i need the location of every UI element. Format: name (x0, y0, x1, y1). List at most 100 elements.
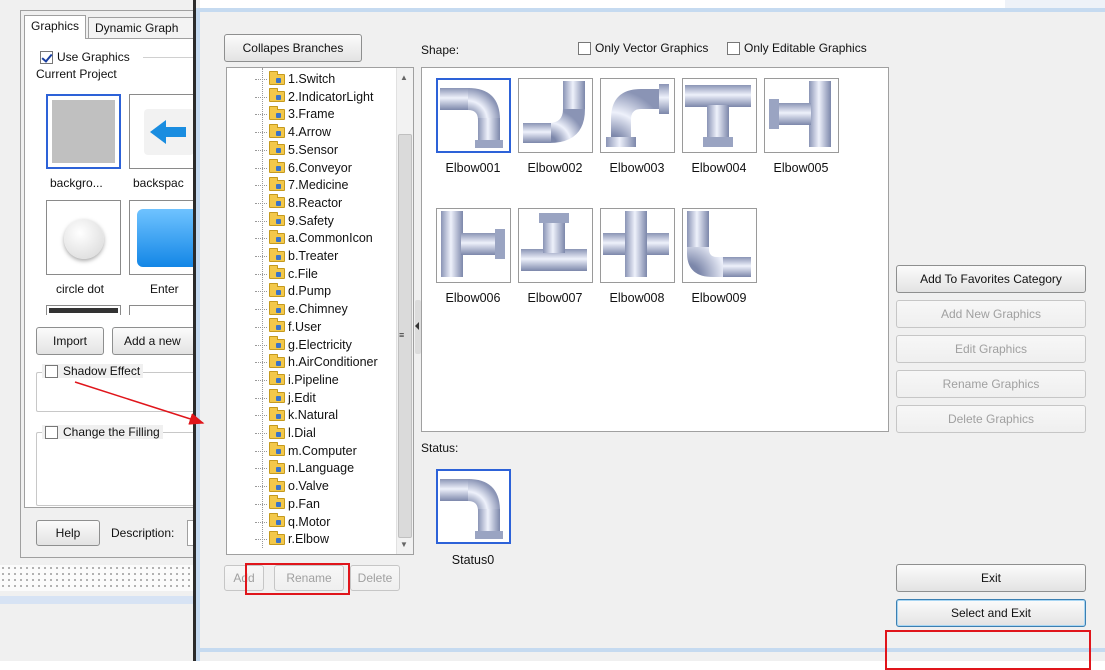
only-editable-checkbox[interactable]: Only Editable Graphics (727, 41, 867, 55)
tree-item[interactable]: 6.Conveyor (255, 159, 352, 177)
shape-thumbnail[interactable] (764, 78, 839, 153)
folder-icon (269, 194, 285, 209)
folder-icon (269, 442, 285, 457)
add-new-graphics-button[interactable]: Add New Graphics (896, 300, 1086, 328)
tree-item-label: 9.Safety (288, 213, 334, 228)
tree-item[interactable]: e.Chimney (255, 300, 348, 318)
status-strip (0, 596, 196, 604)
shape-thumbnail[interactable] (518, 208, 593, 283)
status-thumbnail[interactable] (436, 469, 511, 544)
edit-graphics-button[interactable]: Edit Graphics (896, 335, 1086, 363)
shape-thumbnail[interactable] (600, 208, 675, 283)
tree-item[interactable]: a.CommonIcon (255, 229, 373, 247)
shape-thumbnail[interactable] (436, 78, 511, 153)
checkbox-box[interactable] (727, 41, 740, 55)
change-filling-checkbox[interactable]: Change the Filling (42, 425, 163, 439)
tree-item[interactable]: i.Pipeline (255, 371, 339, 389)
thumbnail-backspace[interactable] (129, 94, 200, 169)
group-line (143, 57, 200, 58)
tree-item-label: g.Electricity (288, 337, 352, 352)
annotation-box-rename (245, 563, 350, 595)
tree-item[interactable]: d.Pump (255, 282, 331, 300)
import-button[interactable]: Import (36, 327, 104, 355)
shape-thumbnail[interactable] (518, 78, 593, 153)
change-filling-label: Change the Filling (63, 425, 160, 439)
tree-connector (255, 185, 267, 187)
tree-item[interactable]: 5.Sensor (255, 141, 338, 159)
tree-item[interactable]: 8.Reactor (255, 194, 342, 212)
folder-icon (269, 353, 285, 368)
shape-thumbnail[interactable] (682, 78, 757, 153)
tree-item[interactable]: q.Motor (255, 513, 330, 531)
shape-thumbnail[interactable] (682, 208, 757, 283)
folder-icon (269, 336, 285, 350)
tree-connector (255, 309, 267, 311)
tree-item[interactable]: 3.Frame (255, 105, 335, 123)
thumbnail-enter[interactable] (129, 200, 201, 275)
select-and-exit-button[interactable]: Select and Exit (896, 599, 1086, 627)
rename-graphics-button[interactable]: Rename Graphics (896, 370, 1086, 398)
tab-graphics[interactable]: Graphics (24, 15, 87, 39)
delete-button[interactable]: Delete (350, 565, 400, 591)
tree-item[interactable]: m.Computer (255, 442, 357, 460)
category-tree[interactable]: 1.Switch 2.IndicatorLight 3.Frame 4.Arrow 5.… (226, 67, 414, 555)
checkbox-box[interactable] (45, 364, 58, 378)
collapse-arrow-icon[interactable] (415, 322, 419, 330)
tree-scrollbar[interactable]: ▲ ▼ (396, 68, 413, 554)
folder-icon (269, 123, 285, 138)
tree-item[interactable]: b.Treater (255, 247, 338, 265)
tree-item[interactable]: r.Elbow (255, 530, 329, 548)
shape-thumbnail[interactable] (436, 208, 511, 283)
use-graphics-checkbox[interactable]: Use Graphics (40, 50, 130, 64)
tree-item[interactable]: c.File (255, 265, 318, 283)
only-vector-checkbox[interactable]: Only Vector Graphics (578, 41, 708, 55)
help-button[interactable]: Help (36, 520, 100, 546)
pipe-elbow-icon (523, 81, 585, 143)
tree-item[interactable]: 9.Safety (255, 212, 334, 230)
thumbnail-circle-dot[interactable] (46, 200, 121, 275)
tree-item[interactable]: 7.Medicine (255, 176, 348, 194)
tree-item-label: f.User (288, 319, 322, 334)
shadow-effect-checkbox[interactable]: Shadow Effect (42, 364, 144, 378)
tree-item[interactable]: k.Natural (255, 406, 338, 424)
tree-connector (255, 238, 267, 240)
tree-item-label: j.Edit (288, 390, 316, 405)
tree-item[interactable]: h.AirConditioner (255, 353, 378, 371)
tree-connector (255, 433, 267, 434)
add-to-favorites-button[interactable]: Add To Favorites Category (896, 265, 1086, 293)
thumbnail-partial[interactable] (129, 305, 200, 315)
pipe-elbow-icon (769, 81, 831, 147)
tree-item[interactable]: l.Dial (255, 424, 316, 442)
tree-item[interactable]: 4.Arrow (255, 123, 331, 141)
shape-label: Elbow001 (445, 161, 501, 175)
shape-label: Elbow006 (445, 291, 501, 305)
checkbox-box[interactable] (45, 425, 58, 439)
tree-item[interactable]: o.Valve (255, 477, 329, 495)
left-arrow-icon (144, 109, 194, 155)
folder-icon (269, 159, 285, 173)
tree-item[interactable]: j.Edit (255, 389, 316, 407)
shape-thumbnail[interactable] (600, 78, 675, 153)
tree-item[interactable]: 1.Switch (255, 70, 335, 88)
checkbox-box[interactable] (578, 41, 591, 55)
tree-item[interactable]: n.Language (255, 459, 354, 477)
scroll-up-icon[interactable]: ▲ (400, 73, 408, 82)
exit-button[interactable]: Exit (896, 564, 1086, 592)
thumbnail-partial[interactable] (46, 305, 121, 315)
scroll-down-icon[interactable]: ▼ (400, 540, 408, 549)
collapse-branches-button[interactable]: Collapes Branches (224, 34, 362, 62)
tree-item[interactable]: 2.IndicatorLight (255, 88, 374, 106)
tab-dynamic-graph[interactable]: Dynamic Graph (88, 17, 194, 39)
tree-item[interactable]: p.Fan (255, 495, 320, 513)
tree-item[interactable]: g.Electricity (255, 336, 352, 354)
tree-item-label: 3.Frame (288, 107, 335, 122)
tree-item-label: 2.IndicatorLight (288, 89, 374, 104)
delete-graphics-button[interactable]: Delete Graphics (896, 405, 1086, 433)
thumbnail-background[interactable] (46, 94, 121, 169)
only-vector-label: Only Vector Graphics (595, 41, 709, 55)
check-icon[interactable] (40, 50, 53, 64)
tree-item[interactable]: f.User (255, 318, 322, 336)
pipe-elbow-icon (441, 211, 505, 277)
tree-item-label: c.File (288, 266, 318, 281)
use-graphics-label: Use Graphics (57, 50, 130, 64)
